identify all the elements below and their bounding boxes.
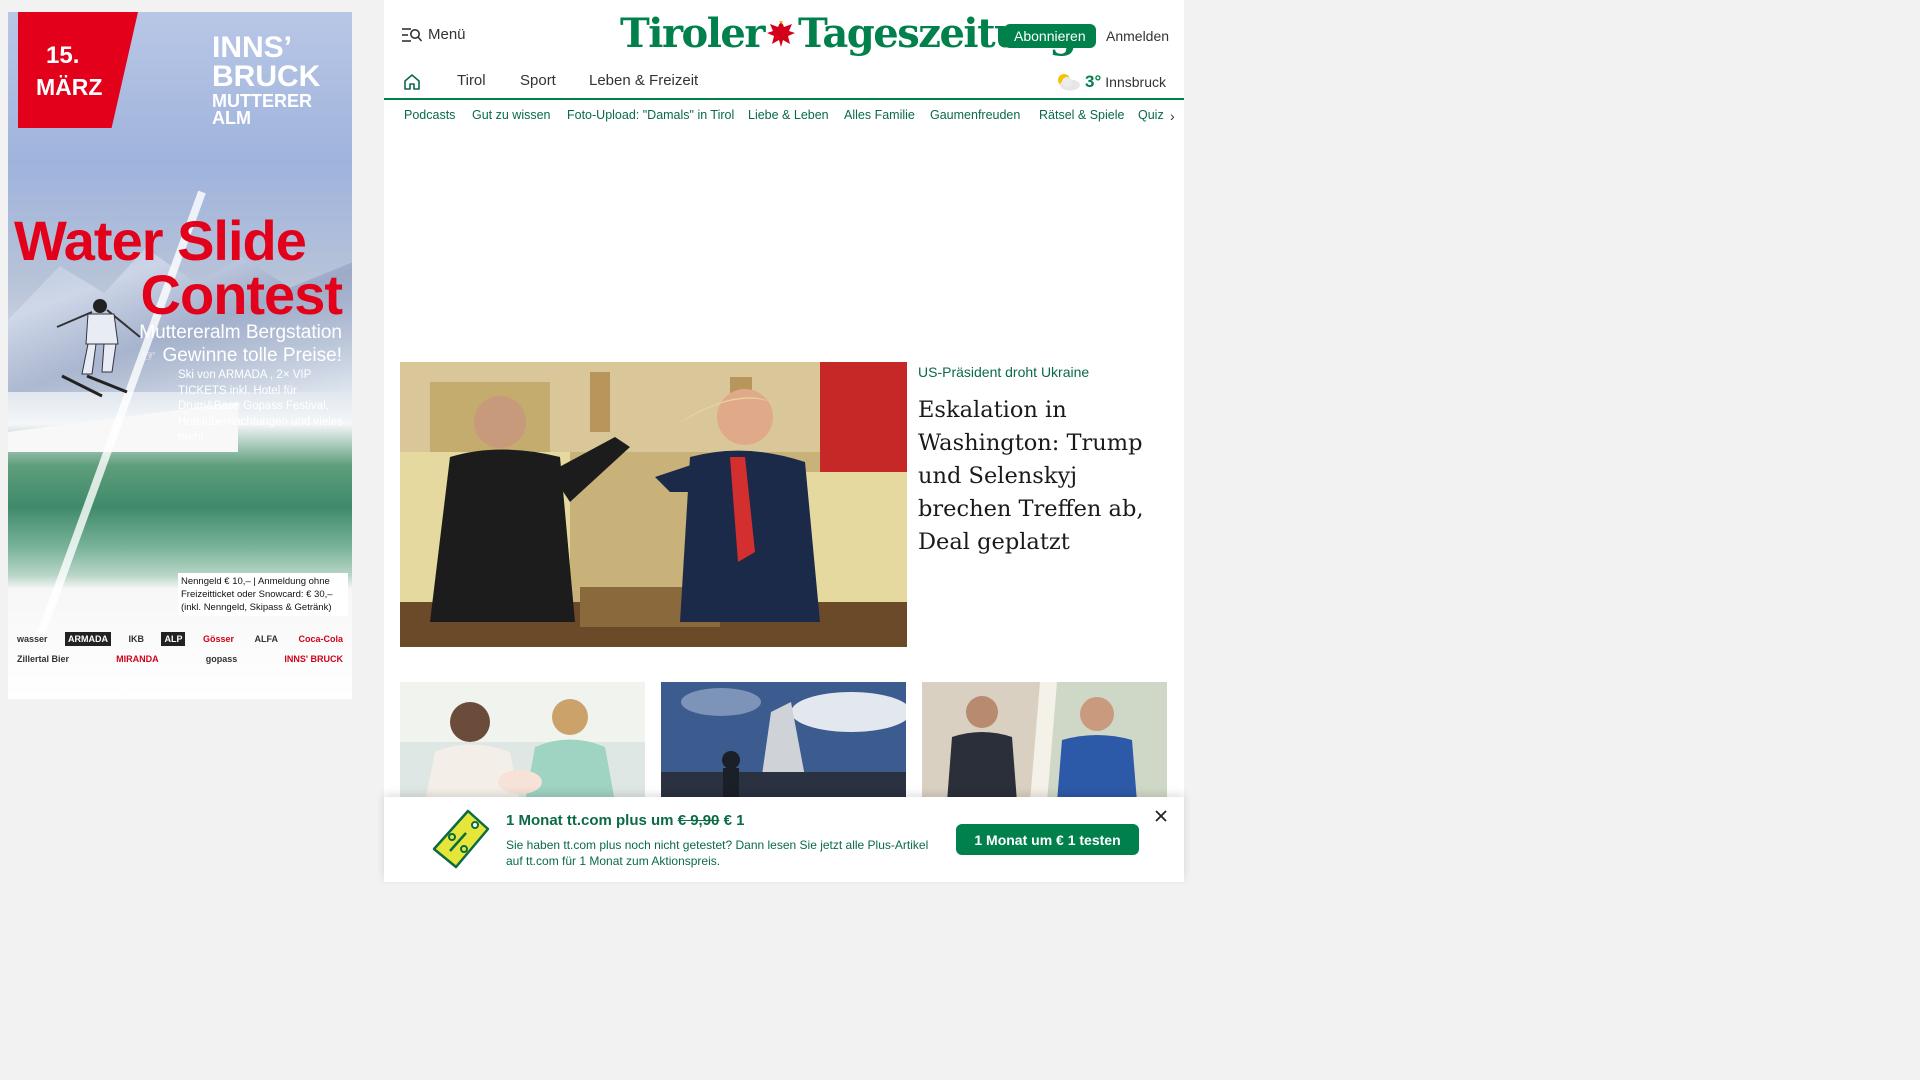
skier-illustration <box>56 299 141 398</box>
ad-date-month: MÄRZ <box>36 74 103 100</box>
ad-subtitle-prizes: ☞ Gewinne tolle Preise! <box>142 345 342 367</box>
subnav-item-liebe-leben[interactable]: Liebe & Leben <box>748 108 829 122</box>
ad-fee-box: Nenngeld € 10,– | Anmeldung ohne Freizei… <box>178 573 348 616</box>
partly-cloudy-icon <box>1058 74 1081 91</box>
tyrolean-eagle-icon <box>766 20 795 47</box>
ad-title-line2: Contest <box>140 263 343 326</box>
login-link[interactable]: Anmelden <box>1106 28 1169 44</box>
promo-new-price: € 1 <box>719 812 745 829</box>
teaser-image-1[interactable] <box>400 682 645 802</box>
promo-description: Sie haben tt.com plus noch nicht geteste… <box>506 838 929 868</box>
subnav-item-foto-upload[interactable]: Foto-Upload: "Damals" in Tirol <box>567 108 734 122</box>
sponsor-logo: ALP <box>161 632 186 646</box>
sponsor-logo: Coca-Cola <box>298 634 343 644</box>
lead-photo <box>400 362 907 647</box>
subnav-item-gut-zu-wissen[interactable]: Gut zu wissen <box>472 108 551 122</box>
promo-cta-button[interactable]: 1 Monat um € 1 testen <box>956 824 1139 855</box>
sponsor-logo: IKB <box>128 634 145 644</box>
subscribe-button[interactable]: Abonnieren <box>1004 24 1096 48</box>
main-content: Menü Tiroler Tageszeitung Abonnieren Anm… <box>384 0 1184 882</box>
ad-sponsor-logos: wasser ARMADA IKB ALP Gösser ALFA Coca-C… <box>14 632 346 666</box>
teaser-photo-mother-baby <box>400 682 645 802</box>
logo-text-left: Tiroler <box>620 10 765 57</box>
subnav-item-raetsel-spiele[interactable]: Rätsel & Spiele <box>1039 108 1124 122</box>
menu-button[interactable]: Menü <box>402 26 466 43</box>
pointing-hand-icon: ☞ <box>142 348 157 365</box>
subnav-item-quiz[interactable]: Quiz <box>1138 108 1164 122</box>
subnav-item-gaumenfreuden[interactable]: Gaumenfreuden <box>930 108 1020 122</box>
ad-subtitle-text: Gewinne tolle Preise! <box>162 345 342 366</box>
teaser-photo-two-men <box>922 682 1167 802</box>
weather-temperature: 3° <box>1085 72 1102 91</box>
promo-banner: 1 Monat tt.com plus um € 9,90 € 1 Sie ha… <box>384 797 1184 882</box>
sponsor-logo: ALFA <box>254 634 278 644</box>
sponsor-logo: wasser <box>17 634 48 644</box>
ad-brand-line: INNS’ <box>212 31 293 64</box>
subnav-item-podcasts[interactable]: Podcasts <box>404 108 455 122</box>
nav-item-tirol[interactable]: Tirol <box>457 72 486 89</box>
lead-article-title[interactable]: Eskalation in Washington: Trump und Sele… <box>918 394 1168 559</box>
sponsor-logo: INNS' BRUCK <box>284 654 343 664</box>
nav-item-sport[interactable]: Sport <box>520 72 556 89</box>
sponsor-logo: gopass <box>205 654 238 664</box>
sponsor-logo: Zillertal Bier <box>17 654 70 664</box>
sub-navigation: Podcasts Gut zu wissen Foto-Upload: "Dam… <box>384 102 1184 130</box>
sponsor-logo: MIRANDA <box>116 654 159 664</box>
lead-article-kicker[interactable]: US-Präsident droht Ukraine <box>918 364 1089 380</box>
main-nav: Tirol Sport Leben & Freizeit 3° Innsbruc… <box>384 70 1184 100</box>
ad-date-flag: 15. MÄRZ <box>18 12 138 128</box>
chevron-right-icon[interactable]: › <box>1170 108 1175 124</box>
menu-search-icon <box>402 27 422 42</box>
lead-article-image[interactable] <box>400 362 907 647</box>
subnav-item-alles-familie[interactable]: Alles Familie <box>844 108 915 122</box>
ad-date-day: 15. <box>46 42 80 69</box>
skyscraper-ad[interactable]: 15. MÄRZ INNS’ BRUCK MUTTERER ALM Water … <box>8 12 352 699</box>
discount-tag-icon <box>432 809 490 869</box>
weather-city: Innsbruck <box>1105 74 1166 90</box>
teaser-image-2[interactable] <box>661 682 906 802</box>
promo-headline-text: 1 Monat tt.com plus um <box>506 812 678 829</box>
ad-prize-details: Ski von ARMADA , 2× VIP TICKETS inkl. Ho… <box>178 369 343 443</box>
ad-brand-line: ALM <box>212 108 251 129</box>
teaser-photo-monument <box>661 682 906 802</box>
menu-label: Menü <box>428 26 466 43</box>
site-header: Menü Tiroler Tageszeitung Abonnieren Anm… <box>384 0 1184 70</box>
ad-subtitle-location: Muttereralm Bergstation <box>139 322 342 343</box>
ad-brand-logo: INNS’ BRUCK MUTTERER ALM <box>212 31 342 129</box>
weather-widget[interactable]: 3° Innsbruck <box>1055 72 1166 92</box>
close-icon[interactable] <box>1154 809 1168 823</box>
nav-item-leben-freizeit[interactable]: Leben & Freizeit <box>589 72 698 89</box>
promo-old-price: € 9,90 <box>677 812 720 829</box>
ad-brand-line: BRUCK <box>212 59 321 93</box>
home-icon[interactable] <box>402 72 422 92</box>
sponsor-logo: Gösser <box>202 634 234 644</box>
promo-headline: 1 Monat tt.com plus um € 9,90 € 1 <box>506 812 744 829</box>
teaser-image-3[interactable] <box>922 682 1167 802</box>
sponsor-logo: ARMADA <box>65 632 112 646</box>
